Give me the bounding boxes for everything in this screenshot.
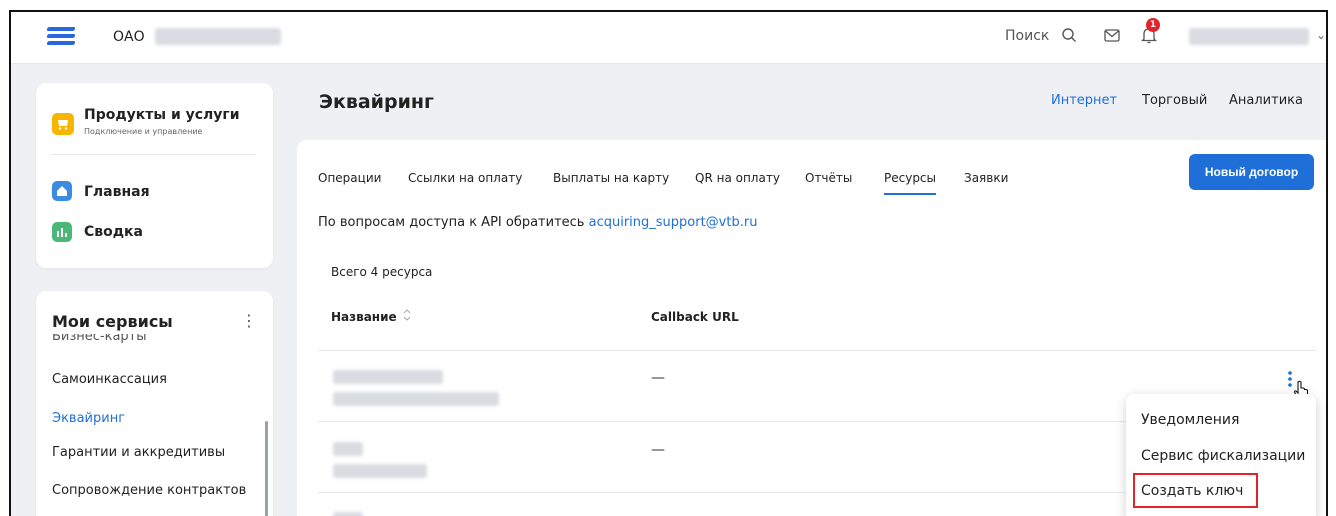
divider xyxy=(318,350,1316,351)
home-icon xyxy=(52,181,72,201)
my-services-title: Мои сервисы xyxy=(52,312,173,331)
scrollbar[interactable] xyxy=(265,421,268,516)
top-bar: ОАО Поиск 1 ⌄ xyxy=(11,12,1326,64)
resource-name-redacted xyxy=(333,442,363,456)
api-info-text: По вопросам доступа к API обратитесь xyxy=(318,215,585,230)
resource-count: Всего 4 ресурса xyxy=(331,265,433,279)
sidebar-item-home[interactable]: Главная xyxy=(84,184,150,200)
user-name-redacted[interactable] xyxy=(1189,28,1309,45)
column-header-callback: Callback URL xyxy=(651,310,739,324)
bank-logo-icon[interactable] xyxy=(46,27,76,47)
sidebar-item-partial[interactable]: Бизнес-карты xyxy=(52,334,147,344)
callback-url: — xyxy=(651,370,665,386)
tab-qr-payment[interactable]: QR на оплату xyxy=(695,171,780,185)
divider xyxy=(52,154,256,155)
tab-analytics[interactable]: Аналитика xyxy=(1229,93,1303,108)
app-window: ОАО Поиск 1 ⌄ Продукты и услуги Подключе… xyxy=(9,10,1328,516)
sidebar-item-acquiring[interactable]: Эквайринг xyxy=(52,411,125,426)
context-menu: Уведомления Сервис фискализации Создать … xyxy=(1126,394,1316,516)
tab-requests[interactable]: Заявки xyxy=(964,171,1008,185)
sort-icon[interactable] xyxy=(403,307,411,323)
more-vertical-icon[interactable]: ⋮ xyxy=(241,311,257,330)
tab-operations[interactable]: Операции xyxy=(318,171,381,185)
tab-payment-links[interactable]: Ссылки на оплату xyxy=(408,171,522,185)
menu-item-create-key[interactable]: Создать ключ xyxy=(1141,483,1243,499)
sidebar-nav-card: Продукты и услуги Подключение и управлен… xyxy=(36,83,273,268)
sidebar-item-contracts[interactable]: Сопровождение контрактов xyxy=(52,483,246,498)
chevron-down-icon[interactable]: ⌄ xyxy=(1316,28,1326,42)
products-subtitle: Подключение и управление xyxy=(84,127,203,136)
resource-name-redacted xyxy=(333,512,363,516)
search-label[interactable]: Поиск xyxy=(1005,28,1049,44)
resource-id-redacted xyxy=(333,392,499,406)
column-header-name[interactable]: Название xyxy=(331,310,397,324)
search-icon[interactable] xyxy=(1061,27,1077,43)
resource-id-redacted xyxy=(333,464,427,478)
sidebar-item-guarantees[interactable]: Гарантии и аккредитивы xyxy=(52,445,225,460)
menu-item-notifications[interactable]: Уведомления xyxy=(1141,412,1239,428)
resource-name-redacted xyxy=(333,370,443,384)
callback-url: — xyxy=(651,512,665,516)
tab-card-payouts[interactable]: Выплаты на карту xyxy=(553,171,669,185)
mail-icon[interactable] xyxy=(1104,29,1120,42)
sidebar-item-summary[interactable]: Сводка xyxy=(84,224,143,240)
chart-icon xyxy=(52,222,72,242)
support-email-link[interactable]: acquiring_support@vtb.ru xyxy=(589,215,758,230)
api-info: По вопросам доступа к API обратитесь acq… xyxy=(318,215,757,230)
tab-retail[interactable]: Торговый xyxy=(1142,93,1207,108)
org-prefix: ОАО xyxy=(113,29,145,45)
tab-resources[interactable]: Ресурсы xyxy=(884,171,937,195)
org-name-redacted xyxy=(155,28,281,45)
my-services-card: Мои сервисы ⋮ Бизнес-карты Самоинкассаци… xyxy=(36,291,273,516)
notification-badge: 1 xyxy=(1146,18,1160,32)
callback-url: — xyxy=(651,442,665,458)
new-contract-button[interactable]: Новый договор xyxy=(1189,154,1314,190)
sidebar-item-self-collection[interactable]: Самоинкассация xyxy=(52,372,167,387)
cart-icon xyxy=(52,113,74,135)
products-title[interactable]: Продукты и услуги xyxy=(84,107,240,123)
tab-internet[interactable]: Интернет xyxy=(1051,93,1117,108)
menu-item-fiscalization[interactable]: Сервис фискализации xyxy=(1141,448,1305,464)
page-title: Эквайринг xyxy=(319,91,434,113)
tab-reports[interactable]: Отчёты xyxy=(805,171,852,185)
